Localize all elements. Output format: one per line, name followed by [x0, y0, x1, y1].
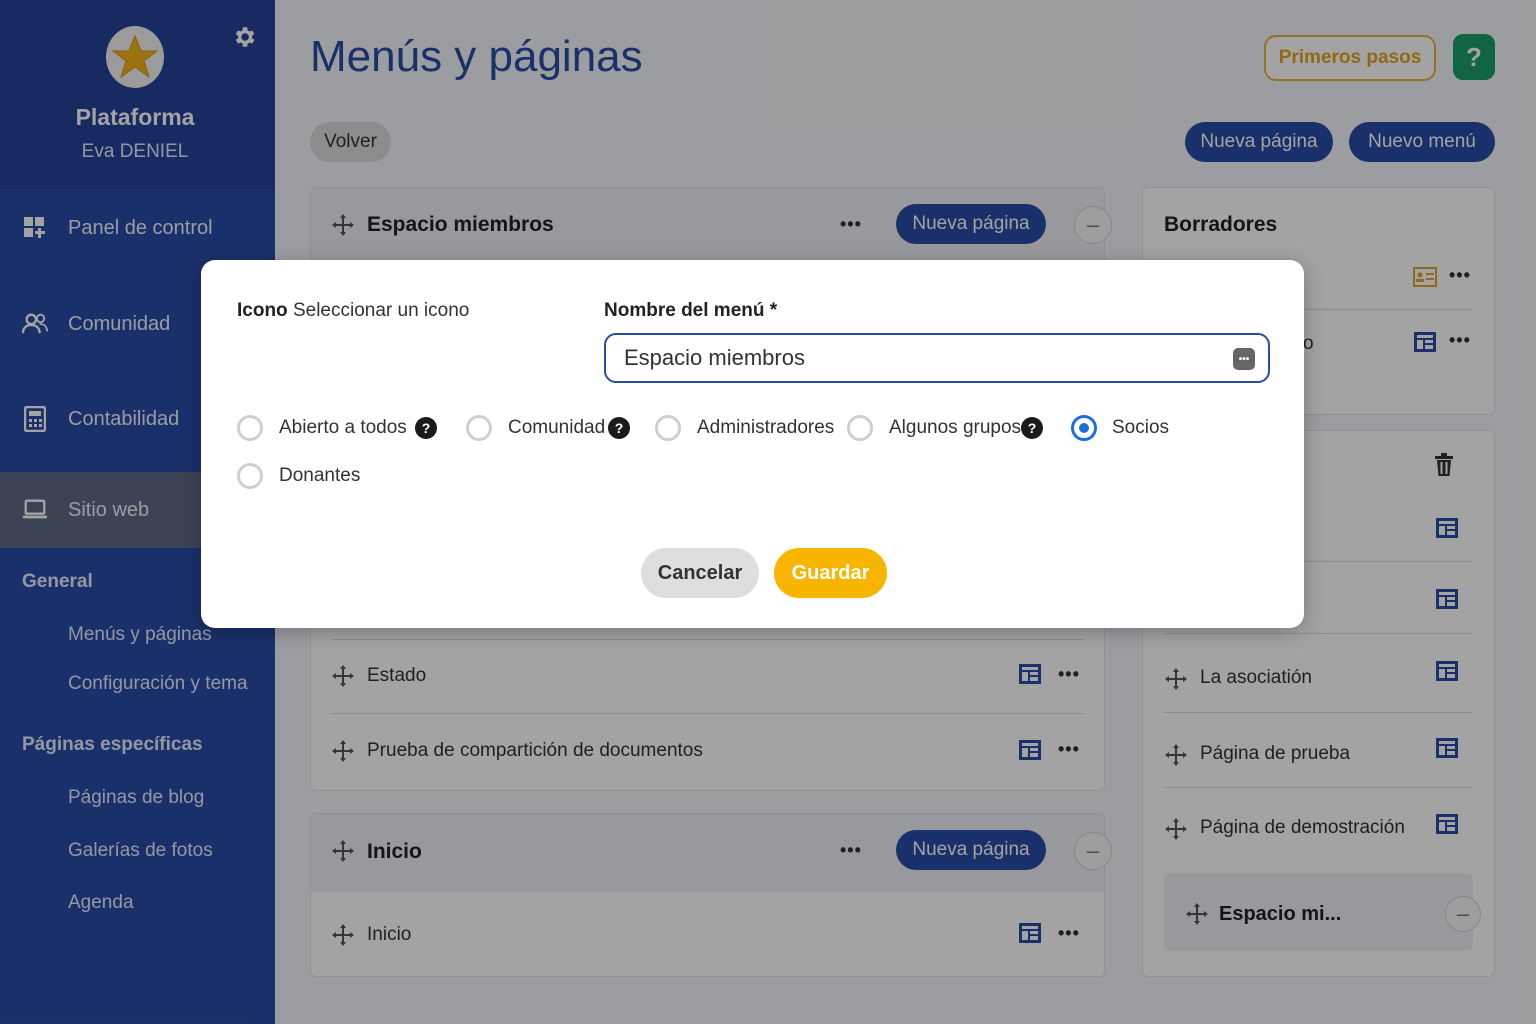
menu-name-input[interactable]: Espacio miembros — [604, 333, 1270, 383]
help-icon[interactable]: ? — [415, 417, 437, 439]
radio-label[interactable]: Comunidad — [508, 417, 605, 439]
icon-field: Icono Seleccionar un icono — [237, 300, 469, 322]
icon-label: Icono — [237, 300, 288, 321]
radio-abierto[interactable] — [237, 415, 263, 441]
help-icon[interactable]: ? — [1021, 417, 1043, 439]
help-icon[interactable]: ? — [608, 417, 630, 439]
save-button[interactable]: Guardar — [774, 548, 887, 598]
radio-label[interactable]: Abierto a todos — [279, 417, 407, 439]
radio-label[interactable]: Administradores — [697, 417, 834, 439]
menu-name-label: Nombre del menú * — [604, 300, 778, 321]
radio-label[interactable]: Donantes — [279, 465, 360, 487]
input-options-icon[interactable]: ••• — [1233, 348, 1255, 370]
radio-comunidad[interactable] — [466, 415, 492, 441]
radio-donantes[interactable] — [237, 463, 263, 489]
edit-menu-modal: Icono Seleccionar un icono Nombre del me… — [201, 260, 1304, 628]
radio-label[interactable]: Algunos grupos — [889, 417, 1021, 439]
radio-label[interactable]: Socios — [1112, 417, 1169, 439]
cancel-button[interactable]: Cancelar — [641, 548, 759, 598]
radio-administradores[interactable] — [655, 415, 681, 441]
select-icon-link[interactable]: Seleccionar un icono — [293, 300, 469, 321]
radio-algunos-grupos[interactable] — [847, 415, 873, 441]
radio-socios[interactable] — [1071, 415, 1097, 441]
